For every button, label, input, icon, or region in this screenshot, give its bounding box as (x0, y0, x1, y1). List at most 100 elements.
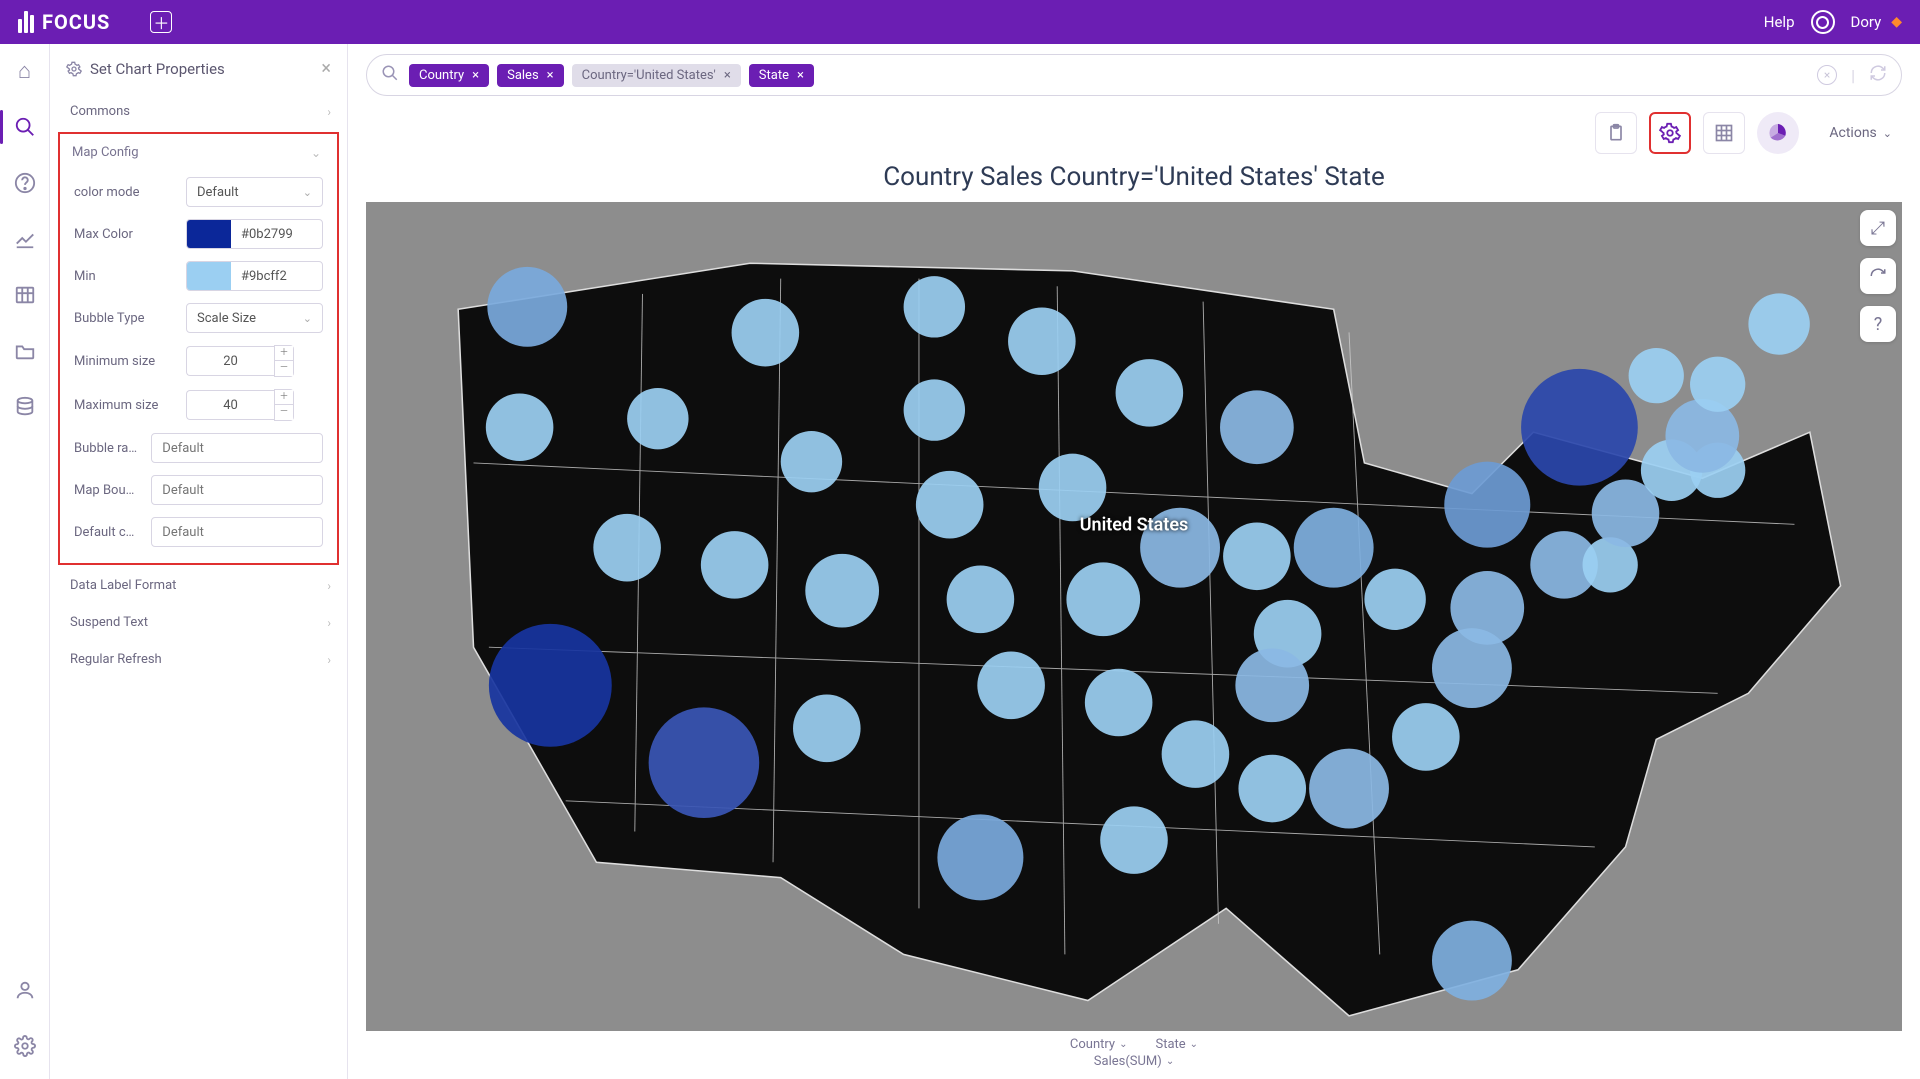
bubble-AR[interactable] (1085, 669, 1153, 737)
help-circle-icon[interactable]: ? (1860, 306, 1896, 342)
chart-icon[interactable] (12, 226, 38, 252)
bubble-AL[interactable] (1238, 755, 1306, 823)
field-bubble-radius: Bubble radius ... (60, 427, 337, 469)
refresh-icon[interactable] (1869, 64, 1887, 86)
avatar-icon[interactable] (1811, 10, 1835, 34)
table-icon[interactable] (12, 282, 38, 308)
bubble-ME[interactable] (1748, 293, 1809, 354)
help-circle-icon[interactable] (12, 170, 38, 196)
bubble-ID[interactable] (627, 388, 688, 449)
user-icon[interactable] (12, 977, 38, 1003)
max-color-input[interactable]: #0b2799 (186, 219, 323, 249)
main-content: Country× Sales× Country='United States'× St… (348, 44, 1920, 1079)
grid-button[interactable] (1703, 112, 1745, 154)
section-commons[interactable]: Commons› (50, 93, 347, 130)
max-size-input[interactable] (186, 390, 274, 420)
bubble-ND[interactable] (904, 276, 965, 337)
bubble-AZ[interactable] (649, 707, 760, 818)
bubble-CA[interactable] (489, 624, 612, 747)
bubble-CO[interactable] (805, 554, 879, 628)
map-bounds-input[interactable] (151, 475, 323, 505)
field-bubble-type: Bubble Type Scale Size⌄ (60, 297, 337, 339)
actions-menu[interactable]: Actions ⌄ (1829, 125, 1892, 141)
bubble-type-select[interactable]: Scale Size⌄ (186, 303, 323, 333)
bubble-NM[interactable] (793, 695, 861, 763)
map-canvas[interactable]: United States ⤢ ? (366, 202, 1902, 1031)
bubble-IA[interactable] (1039, 454, 1107, 522)
axis-sales[interactable]: Sales(SUM)⌄ (1094, 1054, 1174, 1069)
search-chip[interactable]: Country='United States'× (572, 64, 741, 87)
bubble-NV[interactable] (593, 514, 661, 582)
bubble-NY[interactable] (1521, 369, 1638, 486)
bubble-VA[interactable] (1450, 571, 1524, 645)
section-data-label[interactable]: Data Label Format› (50, 567, 347, 604)
close-icon[interactable]: × (797, 68, 804, 83)
bubble-NE[interactable] (916, 471, 984, 539)
bubble-WI[interactable] (1116, 359, 1184, 427)
bubble-SD[interactable] (904, 379, 965, 440)
folder-icon[interactable] (12, 338, 38, 364)
section-regular-refresh[interactable]: Regular Refresh› (50, 641, 347, 678)
bubble-WY[interactable] (781, 431, 842, 492)
chevron-right-icon: › (327, 616, 331, 630)
search-chip[interactable]: Sales× (497, 64, 564, 87)
color-swatch (187, 262, 231, 290)
refresh-icon[interactable] (1860, 258, 1896, 294)
bubble-WV[interactable] (1364, 569, 1425, 630)
bubble-IN[interactable] (1223, 522, 1291, 590)
min-size-input[interactable] (186, 346, 274, 376)
search-bar[interactable]: Country× Sales× Country='United States'× St… (366, 54, 1902, 96)
search-chip[interactable]: Country× (409, 64, 489, 87)
close-icon[interactable]: × (724, 68, 731, 83)
gear-icon[interactable] (12, 1033, 38, 1059)
bubble-WA[interactable] (487, 267, 567, 347)
close-icon[interactable]: × (472, 68, 479, 83)
bubble-PA[interactable] (1444, 462, 1530, 548)
stepper[interactable]: ＋－ (274, 389, 294, 421)
clipboard-button[interactable] (1595, 112, 1637, 154)
bubble-KS[interactable] (947, 566, 1015, 634)
color-mode-select[interactable]: Default⌄ (186, 177, 323, 207)
bubble-MA[interactable] (1665, 399, 1739, 473)
search-icon[interactable] (12, 114, 38, 140)
bubble-MO[interactable] (1066, 562, 1140, 636)
clear-icon[interactable]: × (1817, 65, 1837, 85)
min-color-input[interactable]: #9bcff2 (186, 261, 323, 291)
bubble-OR[interactable] (486, 393, 554, 461)
bubble-MS[interactable] (1162, 720, 1230, 788)
chart-settings-button[interactable] (1649, 112, 1691, 154)
bubble-GA[interactable] (1309, 749, 1389, 829)
bubble-SC[interactable] (1392, 703, 1460, 771)
chart-title: Country Sales Country='United States' St… (348, 158, 1920, 202)
bubble-LA[interactable] (1100, 806, 1168, 874)
search-chip[interactable]: State× (749, 64, 814, 87)
bubble-FL[interactable] (1432, 921, 1512, 1001)
bubble-MI[interactable] (1220, 390, 1294, 464)
bubble-UT[interactable] (701, 531, 769, 599)
section-suspend-text[interactable]: Suspend Text› (50, 604, 347, 641)
axis-country[interactable]: Country⌄ (1070, 1037, 1128, 1052)
bubble-MT[interactable] (732, 299, 800, 367)
bubble-NH[interactable] (1690, 357, 1745, 412)
bubble-OK[interactable] (977, 652, 1045, 720)
help-link[interactable]: Help (1764, 13, 1795, 31)
home-icon[interactable]: ⌂ (12, 58, 38, 84)
bubble-MN[interactable] (1008, 307, 1076, 375)
close-icon[interactable]: × (321, 58, 331, 79)
chevron-right-icon: › (327, 653, 331, 667)
bubble-TX[interactable] (937, 814, 1023, 900)
database-icon[interactable] (12, 394, 38, 420)
default-country-input[interactable] (151, 517, 323, 547)
chart-type-button[interactable] (1757, 112, 1799, 154)
expand-icon[interactable]: ⤢ (1860, 210, 1896, 246)
bubble-radius-input[interactable] (151, 433, 323, 463)
new-button[interactable]: ＋ (150, 11, 172, 33)
bubble-VT[interactable] (1629, 348, 1684, 403)
minus-icon: － (275, 361, 293, 376)
stepper[interactable]: ＋－ (274, 345, 294, 377)
section-map-config[interactable]: Map Config⌄ (60, 134, 337, 171)
bubble-TN[interactable] (1235, 648, 1309, 722)
axis-state[interactable]: State⌄ (1155, 1037, 1198, 1052)
bubble-OH[interactable] (1294, 508, 1374, 588)
close-icon[interactable]: × (547, 68, 554, 83)
